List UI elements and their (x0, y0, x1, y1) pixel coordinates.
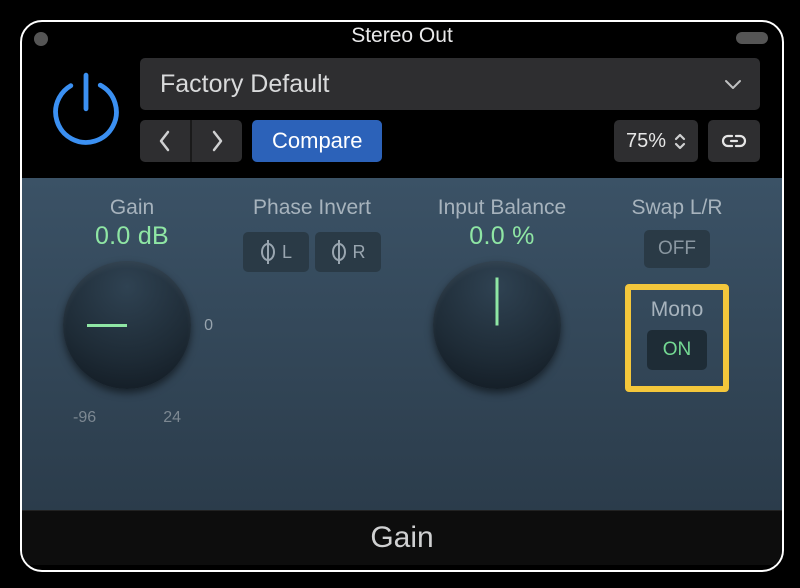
gain-scale-min: -96 (73, 409, 96, 427)
plugin-window: Stereo Out Factory Default (20, 20, 784, 572)
chevron-left-icon (158, 130, 172, 152)
mono-state-label: ON (663, 339, 692, 361)
link-button[interactable] (708, 120, 760, 162)
mono-title: Mono (651, 298, 704, 322)
gain-knob[interactable]: 0 -96 24 (57, 261, 207, 421)
swap-title: Swap L/R (631, 196, 722, 220)
header-controls: Factory Default Compare 75% (22, 50, 782, 178)
chevron-up-icon (674, 133, 686, 141)
mono-button[interactable]: ON (647, 330, 707, 370)
preset-nav (140, 120, 242, 162)
gain-section: Gain 0.0 dB 0 -96 24 (42, 196, 222, 510)
phase-invert-section: Phase Invert L R (222, 196, 402, 510)
gain-title: Gain (110, 196, 154, 220)
swap-lr-button[interactable]: OFF (644, 230, 710, 268)
footer: Gain (22, 510, 782, 565)
mono-highlight-box: Mono ON (625, 284, 729, 392)
preset-dropdown[interactable]: Factory Default (140, 58, 760, 110)
right-controls: Swap L/R OFF Mono ON (602, 196, 752, 510)
window-title: Stereo Out (351, 24, 453, 48)
phase-right-label: R (353, 242, 366, 263)
chevron-down-icon (724, 78, 742, 90)
gain-value: 0.0 dB (95, 222, 169, 251)
compare-button[interactable]: Compare (252, 120, 382, 162)
swap-state-label: OFF (658, 238, 696, 260)
next-preset-button[interactable] (190, 120, 242, 162)
plugin-name: Gain (370, 521, 433, 555)
plugin-body: Gain 0.0 dB 0 -96 24 Phase Invert L (22, 178, 782, 510)
gain-scale-max: 24 (163, 409, 181, 427)
window-pill-icon[interactable] (736, 32, 768, 44)
chevron-down-icon (674, 142, 686, 150)
zoom-value: 75% (626, 130, 666, 153)
power-icon (46, 64, 126, 152)
phase-invert-right-button[interactable]: R (315, 232, 381, 272)
phase-title: Phase Invert (253, 196, 371, 220)
input-balance-section: Input Balance 0.0 % (402, 196, 602, 510)
phase-icon (260, 241, 276, 263)
phase-icon (331, 241, 347, 263)
window-control-dot[interactable] (34, 32, 48, 46)
compare-label: Compare (272, 128, 362, 154)
balance-value: 0.0 % (469, 222, 534, 251)
phase-left-label: L (282, 242, 292, 263)
balance-knob[interactable] (427, 261, 577, 421)
zoom-stepper[interactable]: 75% (614, 120, 698, 162)
phase-invert-left-button[interactable]: L (243, 232, 309, 272)
preset-name: Factory Default (160, 70, 330, 99)
gain-zero-tick: 0 (204, 317, 213, 335)
balance-title: Input Balance (438, 196, 566, 220)
zoom-stepper-arrows (674, 133, 686, 150)
prev-preset-button[interactable] (140, 120, 190, 162)
chevron-right-icon (210, 130, 224, 152)
link-icon (721, 131, 747, 151)
title-bar: Stereo Out (22, 22, 782, 50)
power-button[interactable] (32, 58, 140, 162)
header-controls-column: Factory Default Compare 75% (140, 58, 772, 162)
